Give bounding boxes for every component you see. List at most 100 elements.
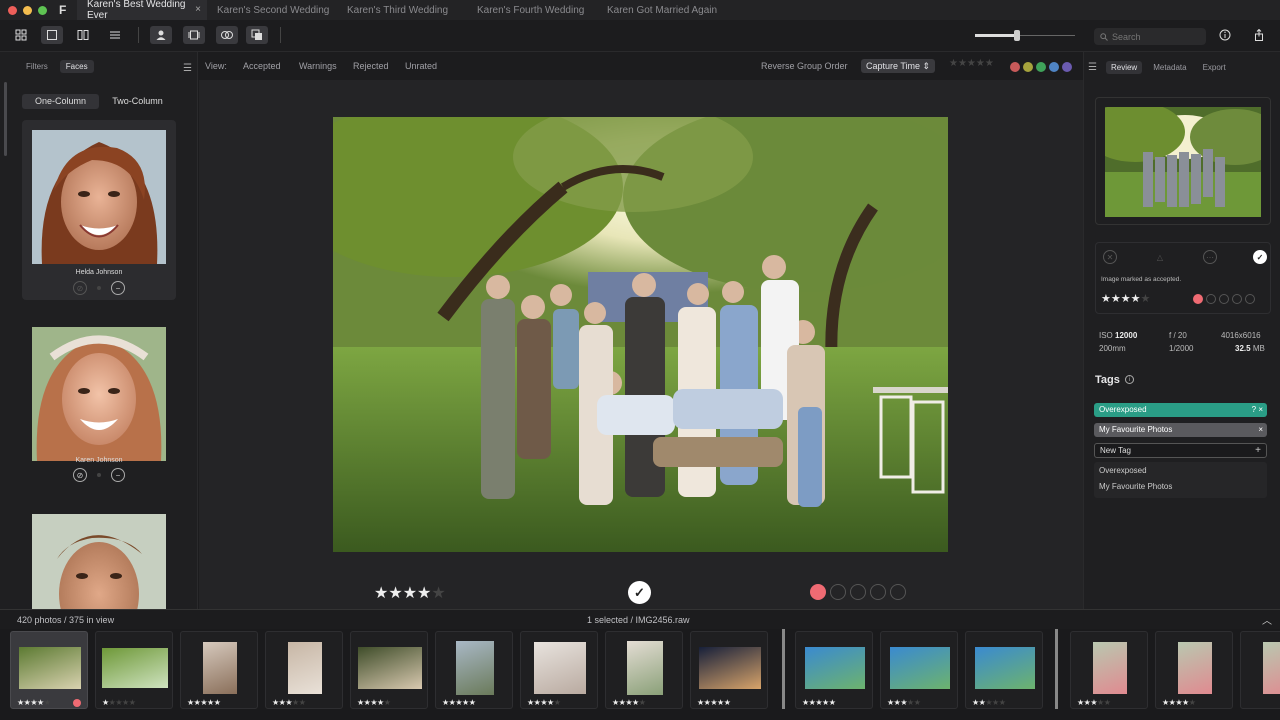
face-detect-icon[interactable] <box>150 26 172 44</box>
filmstrip-thumbnail[interactable]: ★★★★★ <box>1070 631 1148 709</box>
viewer-color-labels[interactable] <box>810 584 906 600</box>
tab-karens-best-wedding-ever[interactable]: Karen's Best Wedding Ever × <box>77 0 207 21</box>
filmstrip-thumbnail[interactable]: ★★★★★ <box>795 631 873 709</box>
thumbnail-rating[interactable]: ★★★★★ <box>442 698 476 707</box>
color-label-dot[interactable] <box>1219 294 1229 304</box>
color-label-dot[interactable] <box>1193 294 1203 304</box>
color-label-dot[interactable] <box>810 584 826 600</box>
thumbnail-rating[interactable]: ★★★★★ <box>612 698 646 707</box>
sort-select[interactable]: Capture Time ⇕ <box>861 59 936 73</box>
viewer-rating[interactable]: ★★★★★ <box>374 583 446 603</box>
suggestion-item[interactable]: My Favourite Photos <box>1099 482 1172 491</box>
stack-icon[interactable] <box>216 26 238 44</box>
list-view-icon[interactable] <box>104 26 126 44</box>
zoom-slider[interactable] <box>975 30 1075 41</box>
filmstrip-thumbnail[interactable] <box>1240 631 1280 709</box>
color-label-dot[interactable] <box>1206 294 1216 304</box>
accept-icon[interactable]: ✓ <box>1253 250 1267 264</box>
filmstrip-thumbnail[interactable]: ★★★★★ <box>10 631 88 709</box>
warning-icon[interactable]: △ <box>1153 250 1167 264</box>
main-photo[interactable] <box>333 117 948 552</box>
zoom-slider-knob[interactable] <box>1014 30 1020 41</box>
tab-karens-fourth-wedding[interactable]: Karen's Fourth Wedding <box>467 0 597 20</box>
single-view-icon[interactable] <box>41 26 63 44</box>
remove-tag-icon[interactable]: ? × <box>1252 403 1263 417</box>
color-label-dot[interactable] <box>870 584 886 600</box>
one-column-button[interactable]: One-Column <box>22 94 99 109</box>
filter-accepted[interactable]: Accepted <box>243 61 281 71</box>
grid-view-icon[interactable] <box>10 26 32 44</box>
sidebar-menu-icon[interactable]: ☰ <box>183 63 192 74</box>
panel-menu-icon[interactable]: ☰ <box>1088 62 1097 73</box>
compare-view-icon[interactable] <box>72 26 94 44</box>
thumbnail-rating[interactable]: ★★★★★ <box>972 698 1006 707</box>
review-rating[interactable]: ★★★★★ <box>1101 292 1150 305</box>
reverse-group-order-button[interactable]: Reverse Group Order <box>761 61 848 71</box>
pending-icon[interactable]: ⋯ <box>1203 250 1217 264</box>
thumbnail-rating[interactable]: ★★★★★ <box>697 698 731 707</box>
color-filter-dot[interactable] <box>1062 62 1072 72</box>
color-filter-dot[interactable] <box>1049 62 1059 72</box>
filmstrip-thumbnail[interactable]: ★★★★★ <box>265 631 343 709</box>
new-tag-input[interactable] <box>1095 444 1245 457</box>
tab-karen-got-married-again[interactable]: Karen Got Married Again <box>597 0 727 20</box>
accepted-check-icon[interactable]: ✓ <box>628 581 651 604</box>
filmstrip-thumbnail[interactable]: ★★★★★ <box>1155 631 1233 709</box>
thumbnail-rating[interactable]: ★★★★★ <box>1162 698 1196 707</box>
thumbnail-rating[interactable]: ★★★★★ <box>1077 698 1111 707</box>
maximize-window-button[interactable] <box>38 5 47 15</box>
thumbnail-rating[interactable]: ★★★★★ <box>17 698 51 707</box>
color-filter-dot[interactable] <box>1036 62 1046 72</box>
filmstrip-thumbnail[interactable]: ★★★★★ <box>520 631 598 709</box>
close-window-button[interactable] <box>8 5 17 15</box>
reject-icon[interactable]: ✕ <box>1103 250 1117 264</box>
thumbnail-rating[interactable]: ★★★★★ <box>272 698 306 707</box>
neutral-face-icon[interactable]: − <box>111 281 125 295</box>
filter-rejected[interactable]: Rejected <box>353 61 389 71</box>
tab-review[interactable]: Review <box>1105 61 1143 74</box>
tag-overexposed[interactable]: Overexposed? × <box>1094 403 1267 417</box>
filmstrip-thumbnail[interactable]: ★★★★★ <box>180 631 258 709</box>
search-input[interactable] <box>1112 31 1202 42</box>
neutral-face-icon[interactable]: − <box>111 468 125 482</box>
face-card-helda-johnson[interactable]: Helda Johnson ⊘ − <box>22 120 176 300</box>
tag-my-favourite-photos[interactable]: My Favourite Photos × <box>1094 423 1267 437</box>
new-tag-field[interactable]: + <box>1094 443 1267 458</box>
thumbnail-rating[interactable]: ★★★★★ <box>187 698 221 707</box>
two-column-button[interactable]: Two-Column <box>99 94 176 109</box>
color-label-dot[interactable] <box>890 584 906 600</box>
face-card-unnamed[interactable] <box>22 504 176 609</box>
tags-info-icon[interactable]: i <box>1125 375 1134 384</box>
tab-metadata[interactable]: Metadata <box>1148 61 1191 74</box>
share-icon[interactable] <box>1248 26 1270 44</box>
face-card-karen-johnson[interactable]: Karen Johnson ⊘ − <box>22 317 176 497</box>
info-icon[interactable] <box>1214 26 1236 44</box>
close-tab-icon[interactable]: × <box>195 4 201 15</box>
reject-face-icon[interactable]: ⊘ <box>73 281 87 295</box>
filter-unrated[interactable]: Unrated <box>405 61 437 71</box>
tab-export[interactable]: Export <box>1198 61 1231 74</box>
duplicate-icon[interactable] <box>246 26 268 44</box>
remove-tag-icon[interactable]: × <box>1258 423 1263 437</box>
thumbnail-rating[interactable]: ★★★★★ <box>527 698 561 707</box>
thumbnail-rating[interactable]: ★★★★★ <box>357 698 391 707</box>
review-color-labels[interactable] <box>1193 294 1255 304</box>
tab-faces[interactable]: Faces <box>59 60 94 73</box>
color-filter-dot[interactable] <box>1010 62 1020 72</box>
color-label-dot[interactable] <box>850 584 866 600</box>
filmstrip-thumbnail[interactable]: ★★★★★ <box>95 631 173 709</box>
group-icon[interactable] <box>183 26 205 44</box>
filmstrip-thumbnail[interactable]: ★★★★★ <box>965 631 1043 709</box>
sidebar-scrollbar[interactable] <box>4 82 7 156</box>
color-label-dot[interactable] <box>830 584 846 600</box>
filmstrip-thumbnail[interactable]: ★★★★★ <box>435 631 513 709</box>
thumbnail-rating[interactable]: ★★★★★ <box>102 698 136 707</box>
filmstrip-thumbnail[interactable]: ★★★★★ <box>880 631 958 709</box>
add-tag-icon[interactable]: + <box>1255 444 1261 457</box>
suggestion-item[interactable]: Overexposed <box>1099 466 1147 475</box>
filmstrip-thumbnail[interactable]: ★★★★★ <box>690 631 768 709</box>
color-label-dot[interactable] <box>1232 294 1242 304</box>
tab-karens-second-wedding[interactable]: Karen's Second Wedding <box>207 0 337 20</box>
filter-warnings[interactable]: Warnings <box>299 61 337 71</box>
color-label-dot[interactable] <box>1245 294 1255 304</box>
